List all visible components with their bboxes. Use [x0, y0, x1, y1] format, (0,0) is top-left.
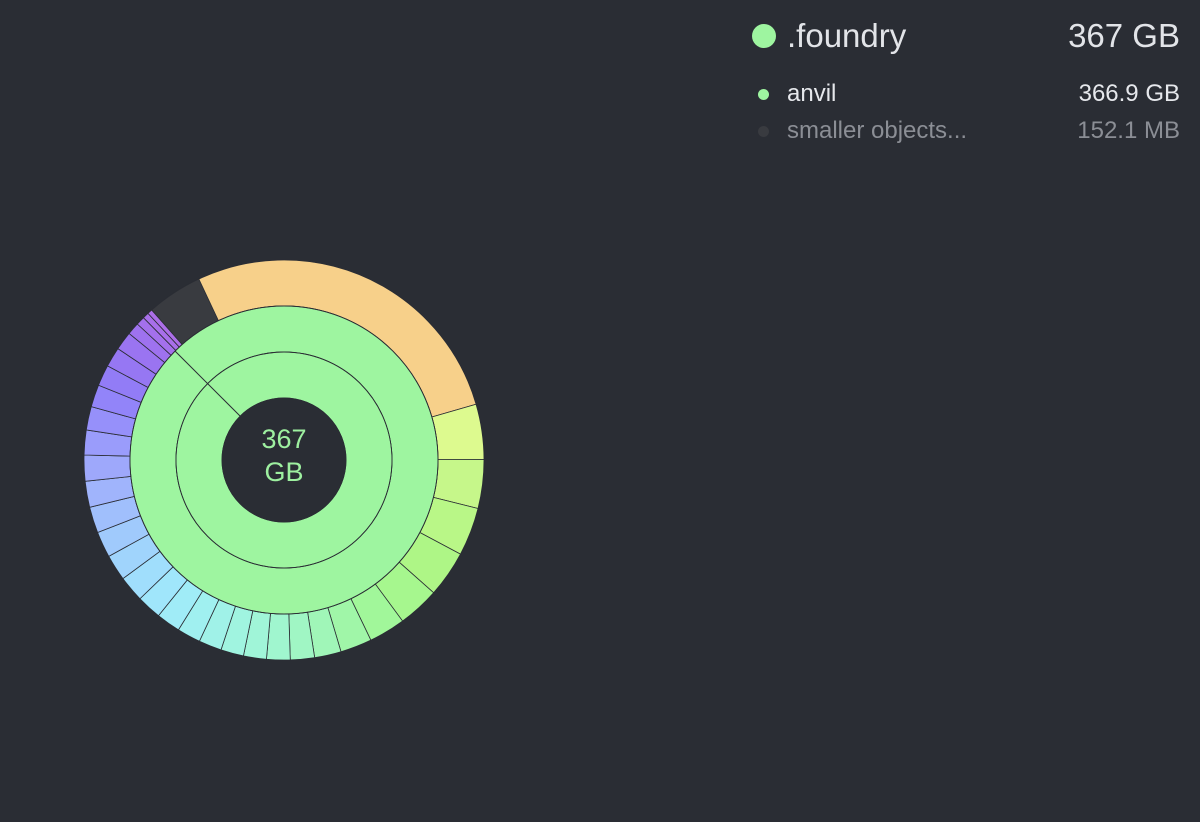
- legend-item-size: 152.1 MB: [1077, 117, 1180, 144]
- smaller-objects-color-dot: [758, 125, 769, 137]
- legend-item-size: 366.9 GB: [1078, 80, 1180, 107]
- center-total-size: 367 GB: [261, 424, 307, 487]
- outer-ring-segment-22[interactable]: [83, 454, 132, 482]
- legend-item-anvil[interactable]: anvil 366.9 GB: [752, 78, 1180, 110]
- root-folder-name[interactable]: .foundry: [787, 17, 1068, 55]
- root-color-dot: [752, 24, 776, 48]
- anvil-color-dot: [758, 88, 769, 100]
- legend-item-label[interactable]: smaller objects...: [787, 117, 1077, 145]
- sunburst-chart[interactable]: [0, 0, 570, 822]
- root-folder-size: 367 GB: [1068, 17, 1180, 54]
- legend-item-smaller-objects[interactable]: smaller objects... 152.1 MB: [752, 115, 1180, 147]
- legend-root-row[interactable]: .foundry 367 GB: [752, 14, 1180, 58]
- legend-item-label[interactable]: anvil: [787, 80, 1079, 108]
